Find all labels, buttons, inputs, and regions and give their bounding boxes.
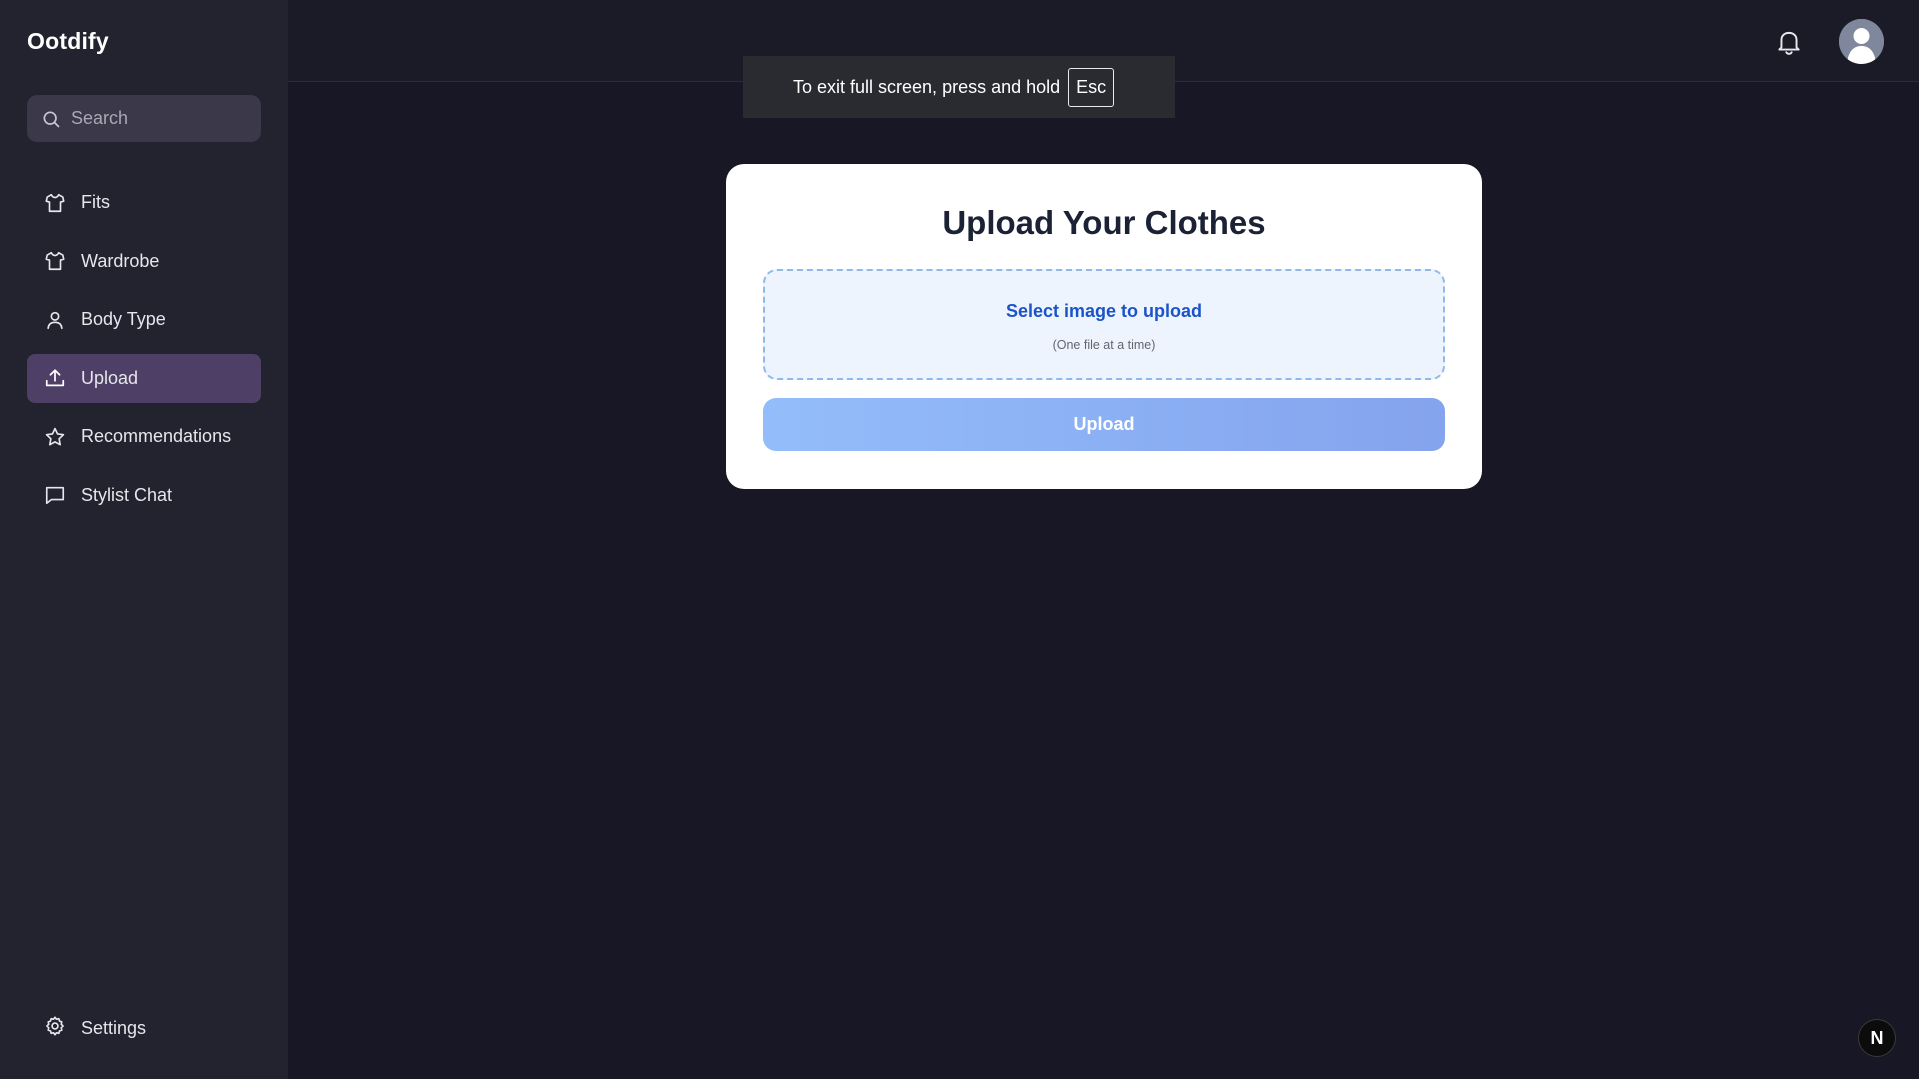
star-icon [44,426,66,448]
chat-icon [44,484,66,506]
upload-button[interactable]: Upload [763,398,1445,451]
settings-label: Settings [81,1018,147,1038]
sidebar-item-label: Upload [81,367,139,388]
sidebar-item-label: Fits [81,192,110,212]
sidebar-nav: Fits Wardrobe Body Type Upload Recommend… [27,178,261,529]
fullscreen-toast-text: To exit full screen, press and hold [793,76,1061,97]
sidebar-item-wardrobe[interactable]: Wardrobe [27,237,261,286]
esc-key-badge: Esc [1068,67,1115,107]
gear-icon [44,1015,66,1042]
upload-card: Upload Your Clothes Select image to uplo… [726,164,1482,489]
sidebar-item-stylist-chat[interactable]: Stylist Chat [27,471,261,520]
shirt-icon [44,192,66,214]
avatar-icon[interactable] [1839,19,1884,64]
upload-icon [44,367,66,389]
sidebar-item-label: Wardrobe [81,250,160,271]
sidebar-item-label: Stylist Chat [81,484,173,505]
sidebar-item-label: Body Type [81,309,166,329]
brand-logo[interactable]: Ootdify [27,28,109,55]
sidebar-item-fits[interactable]: Fits [27,178,261,227]
page-title: Upload Your Clothes [942,204,1266,241]
sidebar: Ootdify Fits Wardrobe B [0,0,288,1079]
sidebar-item-upload[interactable]: Upload [27,353,261,403]
dev-tools-badge[interactable]: N [1858,1019,1896,1057]
search-input[interactable] [71,108,251,129]
sidebar-item-label: Recommendations [81,426,232,446]
dropzone-hint: (One file at a time) [1052,338,1156,352]
bell-icon[interactable] [1776,28,1802,56]
search-box[interactable] [27,95,261,142]
app-root: Ootdify Fits Wardrobe B [0,0,1919,1079]
select-image-link[interactable]: Select image to upload [765,301,1443,322]
search-icon [43,111,60,127]
sidebar-item-recommendations[interactable]: Recommendations [27,412,261,461]
image-dropzone[interactable]: Select image to upload (One file at a ti… [763,269,1445,380]
user-icon [44,309,66,331]
fullscreen-exit-toast: To exit full screen, press and hold Esc [743,56,1175,118]
shirt-icon [44,250,66,272]
sidebar-item-body-type[interactable]: Body Type [27,295,261,344]
sidebar-item-settings[interactable]: Settings [27,1004,261,1053]
